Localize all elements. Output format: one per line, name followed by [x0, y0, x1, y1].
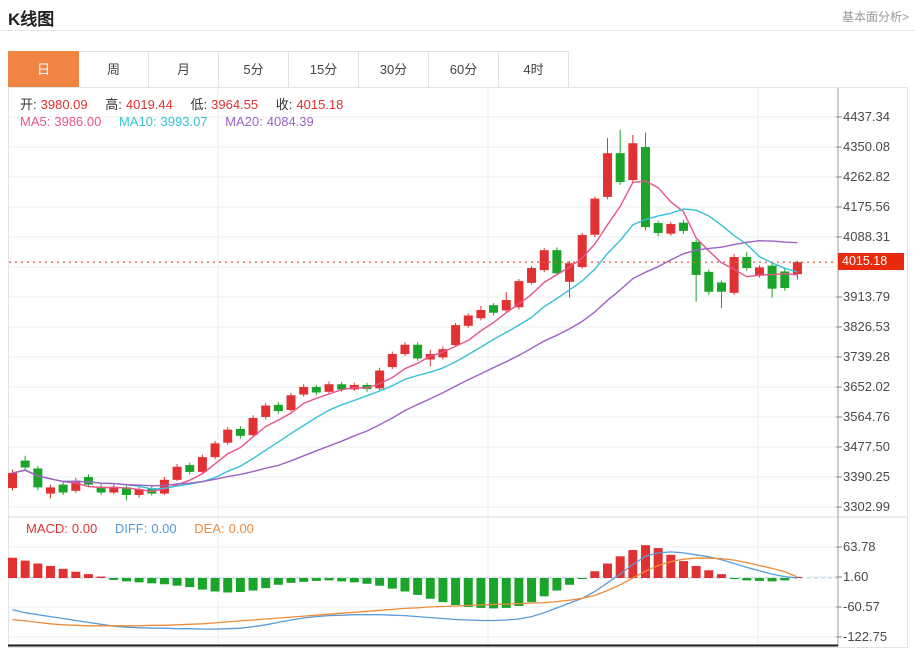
price-axis-label: 4437.34: [843, 109, 890, 124]
tab-5[interactable]: 15分: [289, 51, 359, 88]
tab-8[interactable]: 4时: [499, 51, 569, 88]
interval-tab-bar: 日周月5分15分30分60分4时: [8, 51, 569, 88]
price-axis-label: 3652.02: [843, 379, 890, 394]
fundamental-analysis-link[interactable]: 基本面分析>: [842, 8, 909, 25]
close-value: 4015.18: [296, 97, 343, 112]
price-axis-label: 3477.50: [843, 439, 890, 454]
ma-readout: MA5: 3986.00 MA10: 3993.07 MA20: 4084.39: [20, 114, 318, 129]
current-price-badge: 4015.18: [838, 253, 904, 270]
macd-axis-label: 63.78: [843, 539, 876, 554]
high-label: 高:: [105, 97, 122, 112]
ma10-value: 3993.07: [161, 114, 208, 129]
tab-1[interactable]: 日: [8, 51, 79, 88]
ma20-label: MA20:: [225, 114, 263, 129]
tab-4[interactable]: 5分: [219, 51, 289, 88]
chart-container: [8, 87, 908, 648]
open-label: 开:: [20, 97, 37, 112]
low-value: 3964.55: [211, 97, 258, 112]
price-axis-label: 4175.56: [843, 199, 890, 214]
high-value: 4019.44: [126, 97, 173, 112]
price-axis-label: 3302.99: [843, 499, 890, 514]
macd-axis-label: 1.60: [843, 569, 868, 584]
open-value: 3980.09: [41, 97, 88, 112]
page-title: K线图: [8, 5, 54, 30]
macd-axis-label: -60.57: [843, 599, 880, 614]
diff-value: 0.00: [151, 521, 176, 536]
price-axis-label: 3739.28: [843, 349, 890, 364]
dea-value: 0.00: [229, 521, 254, 536]
ma5-label: MA5:: [20, 114, 50, 129]
price-axis-label: 3564.76: [843, 409, 890, 424]
price-axis-label: 4350.08: [843, 139, 890, 154]
diff-label: DIFF:: [115, 521, 148, 536]
dea-label: DEA:: [194, 521, 224, 536]
price-axis-label: 3913.79: [843, 289, 890, 304]
tab-2[interactable]: 周: [79, 51, 149, 88]
macd-axis-label: -122.75: [843, 629, 887, 644]
tab-7[interactable]: 60分: [429, 51, 499, 88]
ohlc-readout: 开: 3980.09 高: 4019.44 低:3964.55 收:4015.18: [20, 94, 347, 113]
macd-value: 0.00: [72, 521, 97, 536]
low-label: 低:: [191, 97, 208, 112]
ma5-value: 3986.00: [54, 114, 101, 129]
macd-readout: MACD:0.00 DIFF:0.00 DEA:0.00: [26, 521, 258, 536]
price-axis-label: 3826.53: [843, 319, 890, 334]
ma20-value: 4084.39: [267, 114, 314, 129]
tab-6[interactable]: 30分: [359, 51, 429, 88]
price-axis-label: 3390.25: [843, 469, 890, 484]
ma10-label: MA10:: [119, 114, 157, 129]
tab-3[interactable]: 月: [149, 51, 219, 88]
header-divider: [0, 30, 915, 31]
price-axis-label: 4088.31: [843, 229, 890, 244]
close-label: 收:: [276, 97, 293, 112]
price-axis-label: 4262.82: [843, 169, 890, 184]
macd-label: MACD:: [26, 521, 68, 536]
kline-page: { "header": { "title": "K线图", "link": "基…: [0, 0, 915, 649]
